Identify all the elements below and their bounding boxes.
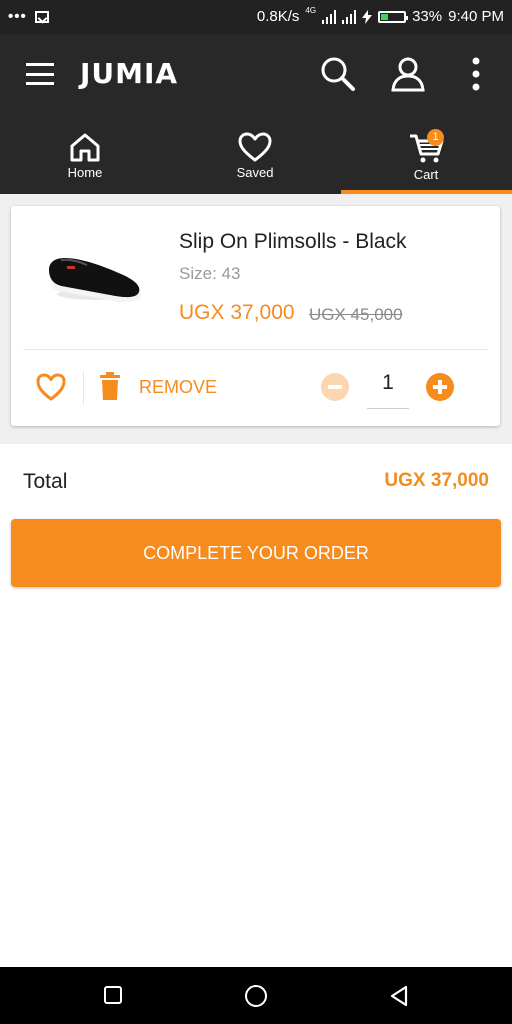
signal-icon-2 bbox=[342, 9, 357, 24]
system-nav-bar bbox=[0, 967, 512, 1024]
tab-saved-label: Saved bbox=[236, 165, 274, 180]
bottom-tabs: Home Saved Cart 1 bbox=[0, 116, 512, 194]
tab-saved[interactable]: Saved bbox=[170, 116, 340, 194]
recent-apps-icon[interactable] bbox=[104, 986, 122, 1004]
network-type: 4G bbox=[305, 6, 317, 15]
clock: 9:40 PM bbox=[448, 8, 504, 25]
tab-home[interactable]: Home bbox=[0, 116, 170, 194]
product-old-price: UGX 45,000 bbox=[309, 305, 403, 324]
total-label: Total bbox=[23, 470, 68, 493]
cart-list: Slip On Plimsolls - Black Size: 43 UGX 3… bbox=[0, 194, 512, 444]
product-image[interactable] bbox=[41, 236, 151, 306]
menu-icon[interactable] bbox=[26, 63, 54, 85]
heart-icon bbox=[238, 132, 272, 162]
battery-percent: 33% bbox=[412, 8, 443, 25]
tab-home-label: Home bbox=[67, 165, 103, 180]
product-price: UGX 37,000 bbox=[179, 301, 295, 324]
remove-button[interactable]: REMOVE bbox=[139, 377, 217, 398]
battery-icon bbox=[378, 10, 409, 23]
app-header: JUMIA bbox=[0, 34, 512, 116]
trash-icon[interactable] bbox=[99, 372, 121, 400]
status-bar: ••• 0.8K/s 4G 33% 9:40 PM bbox=[0, 0, 512, 34]
quantity-value: 1 bbox=[367, 368, 409, 409]
more-vert-icon[interactable] bbox=[458, 56, 494, 92]
home-icon bbox=[70, 133, 100, 162]
home-button-icon[interactable] bbox=[245, 985, 267, 1007]
cart-count-badge: 1 bbox=[427, 129, 444, 146]
signal-icon bbox=[322, 9, 337, 24]
charging-icon bbox=[362, 9, 373, 24]
total-value: UGX 37,000 bbox=[384, 470, 489, 491]
tab-cart[interactable]: Cart bbox=[341, 116, 511, 194]
jumia-logo[interactable]: JUMIA bbox=[80, 57, 178, 90]
card-divider bbox=[23, 349, 488, 350]
tab-cart-label: Cart bbox=[413, 167, 439, 182]
product-size: Size: 43 bbox=[179, 264, 241, 283]
network-speed: 0.8K/s bbox=[256, 8, 300, 25]
increase-quantity-button[interactable] bbox=[426, 373, 454, 401]
notification-dots: ••• bbox=[8, 8, 27, 25]
decrease-quantity-button[interactable] bbox=[321, 373, 349, 401]
account-icon[interactable] bbox=[390, 56, 426, 92]
search-icon[interactable] bbox=[320, 56, 356, 92]
save-heart-icon[interactable] bbox=[35, 372, 67, 402]
cart-item-card: Slip On Plimsolls - Black Size: 43 UGX 3… bbox=[11, 206, 500, 426]
product-title[interactable]: Slip On Plimsolls - Black bbox=[179, 230, 407, 254]
screen-cast-icon bbox=[34, 10, 49, 23]
back-icon[interactable] bbox=[388, 984, 412, 1008]
action-divider bbox=[83, 371, 84, 405]
complete-order-button[interactable]: COMPLETE YOUR ORDER bbox=[11, 519, 501, 587]
